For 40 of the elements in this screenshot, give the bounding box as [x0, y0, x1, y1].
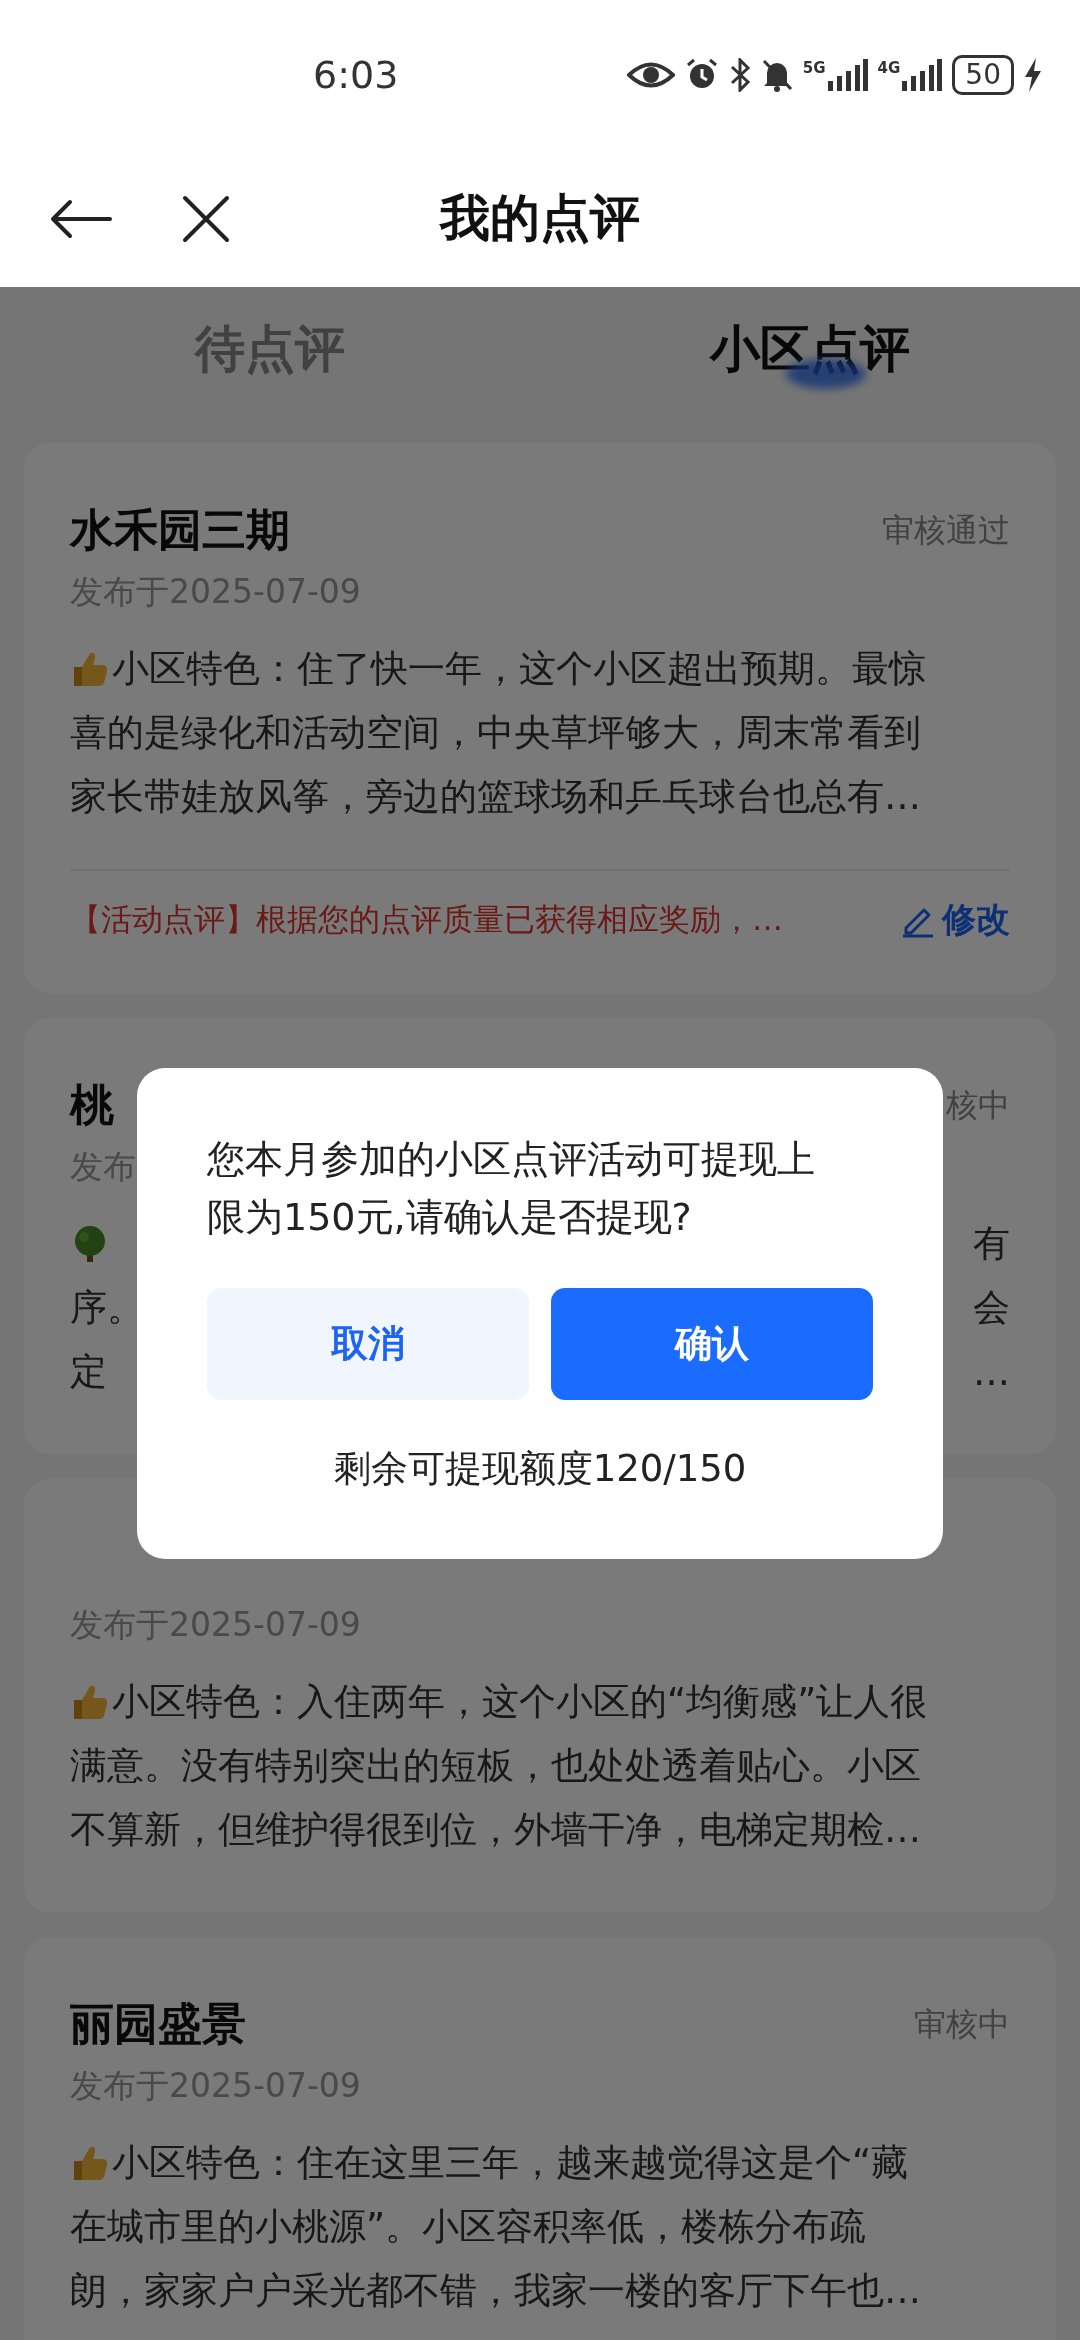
signal-icon [902, 59, 943, 91]
community-name: 丽园盛景 [70, 1997, 246, 2051]
review-text: 不算新，但维护得很到位，外墙干净，电梯定期检… [70, 1807, 921, 1853]
status-time: 6:03 [313, 53, 399, 97]
dialog-message: 您本月参加的小区点评活动可提现上限为150元,请确认是否提现? [207, 1136, 816, 1241]
review-text: 在城市里的小桃源”。小区容积率低，楼栋分布疏 [70, 2204, 867, 2250]
review-status: 审核通过 [882, 509, 1010, 551]
review-status: 审核中 [914, 2003, 1010, 2045]
eye-icon [626, 60, 675, 90]
review-text: 小区特色：住了快一年，这个小区超出预期。最惊 [112, 646, 926, 692]
review-text: 会 [973, 1285, 1010, 1331]
remaining-quota: 剩余可提现额度120/150 [332, 1446, 748, 1492]
close-icon[interactable] [182, 194, 230, 243]
review-text: 小区特色：入住两年，这个小区的“均衡感”让人很 [112, 1679, 928, 1725]
charging-icon [1024, 58, 1042, 92]
community-name: 水禾园三期 [70, 503, 290, 557]
review-text: 序。 [70, 1285, 144, 1331]
network-label: 5G [802, 59, 826, 77]
bell-muted-icon [760, 58, 793, 92]
review-text: 朗，家家户户采光都不错，我家一楼的客厅下午也… [70, 2268, 921, 2314]
reward-notice: 【活动点评】根据您的点评质量已获得相应奖励，… [70, 900, 783, 939]
review-status: 核中 [946, 1084, 1010, 1126]
bluetooth-icon [728, 58, 751, 92]
review-text: 有 [973, 1221, 1010, 1267]
edit-button[interactable]: 修改 [900, 897, 1010, 943]
network-label: 4G [877, 59, 901, 77]
page-title: 我的点评 [438, 188, 641, 249]
battery-indicator: 50 [952, 55, 1014, 95]
tab[interactable]: 小区点评 [710, 306, 910, 391]
signal-icon [827, 59, 868, 91]
confirm-button[interactable]: 确认 [551, 1288, 873, 1400]
cancel-button[interactable]: 取消 [207, 1288, 529, 1400]
review-text: 小区特色：住在这里三年，越来越觉得这是个“藏 [112, 2140, 909, 2186]
review-text: 家长带娃放风筝，旁边的篮球场和乒乓球台也总有… [70, 774, 921, 820]
review-text: 喜的是绿化和活动空间，中央草坪够大，周末常看到 [70, 710, 921, 756]
review-text: 定 [70, 1349, 107, 1395]
back-icon[interactable] [50, 198, 112, 239]
community-name: 桃 [70, 1078, 114, 1132]
review-text: 满意。没有特别突出的短板，也处处透着贴心。小区 [70, 1743, 921, 1789]
review-text: … [973, 1350, 1010, 1394]
